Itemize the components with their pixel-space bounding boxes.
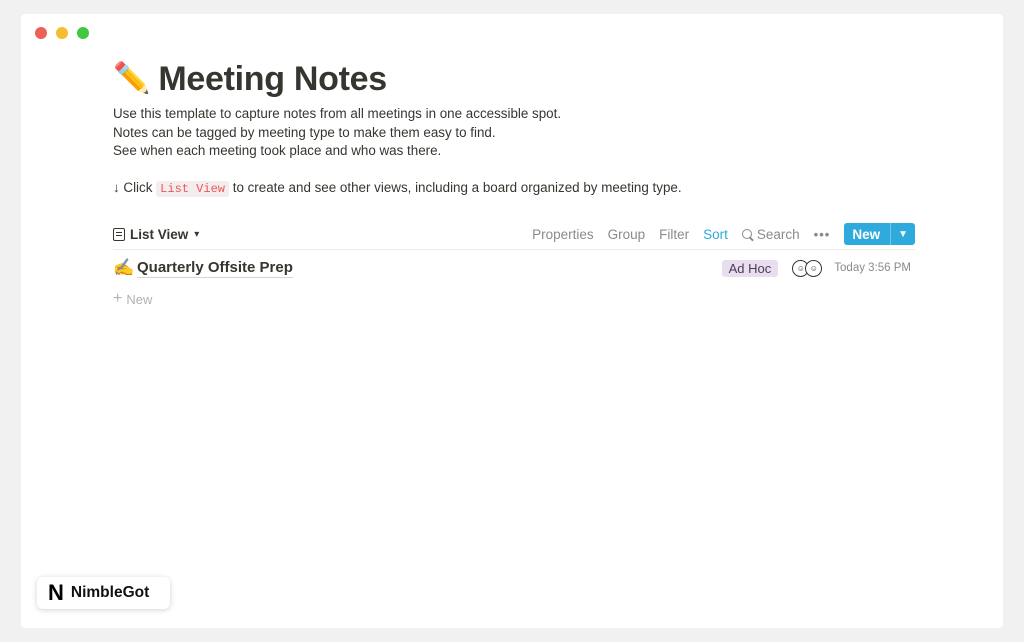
description-line: See when each meeting took place and who… <box>113 143 442 158</box>
page-header: ✏️ Meeting Notes <box>113 58 915 100</box>
maximize-window-button[interactable] <box>77 27 89 39</box>
click-instruction: ↓ Click List View to create and see othe… <box>113 179 915 199</box>
view-switcher[interactable]: List View ▾ <box>113 227 199 242</box>
new-entry-button[interactable]: New <box>844 227 890 242</box>
view-label: List View <box>130 226 189 242</box>
new-button: New ▼ <box>844 223 915 245</box>
click-instruction-suffix: to create and see other views, including… <box>232 179 682 195</box>
item-properties: Ad Hoc ☺ ☺ Today 3:56 PM <box>721 259 915 277</box>
attendees: ☺ ☺ <box>792 259 823 277</box>
chevron-down-icon: ▾ <box>194 228 200 240</box>
plus-icon: + <box>113 290 123 307</box>
page-content: ✏️ Meeting Notes Use this template to ca… <box>113 58 915 307</box>
group-button[interactable]: Group <box>608 227 646 242</box>
add-new-row[interactable]: + New <box>113 291 152 307</box>
click-instruction-prefix: ↓ Click <box>113 179 153 195</box>
badge-text: NimbleGot <box>70 584 150 601</box>
nimblegot-logo: N <box>48 580 64 605</box>
item-title[interactable]: Quarterly Offsite Prep <box>137 259 293 278</box>
search-icon <box>741 229 752 239</box>
filter-button[interactable]: Filter <box>659 227 689 242</box>
description-line: Use this template to capture notes from … <box>113 106 562 121</box>
meeting-type-tag: Ad Hoc <box>721 259 779 277</box>
list-view-icon <box>113 227 125 241</box>
search-label: Search <box>756 226 800 242</box>
properties-button[interactable]: Properties <box>532 227 594 242</box>
page-description: Use this template to capture notes from … <box>113 105 915 198</box>
sort-button[interactable]: Sort <box>703 227 728 242</box>
watermark-badge: N NimbleGot <box>37 577 170 609</box>
avatar: ☺ <box>805 259 823 277</box>
close-window-button[interactable] <box>35 27 47 39</box>
toolbar-actions: Properties Group Filter Sort Search ••• … <box>532 223 915 245</box>
more-options-button[interactable]: ••• <box>814 227 831 242</box>
description-line: Notes can be tagged by meeting type to m… <box>113 124 496 140</box>
pencil-icon: ✏️ <box>113 62 151 95</box>
inline-code: List View <box>156 180 229 197</box>
list-item[interactable]: ✍️ Quarterly Offsite Prep Ad Hoc ☺ ☺ Tod… <box>113 255 915 281</box>
app-window: ✏️ Meeting Notes Use this template to ca… <box>21 14 1003 628</box>
page-title[interactable]: Meeting Notes <box>158 60 387 99</box>
minimize-window-button[interactable] <box>56 27 68 39</box>
created-time: Today 3:56 PM <box>834 262 911 274</box>
search-button[interactable]: Search <box>741 226 800 242</box>
chevron-down-icon[interactable]: ▼ <box>890 223 915 245</box>
writing-hand-icon: ✍️ <box>113 258 135 277</box>
add-new-label: New <box>126 291 153 307</box>
window-controls <box>35 27 89 39</box>
database-toolbar: List View ▾ Properties Group Filter Sort… <box>113 219 915 250</box>
